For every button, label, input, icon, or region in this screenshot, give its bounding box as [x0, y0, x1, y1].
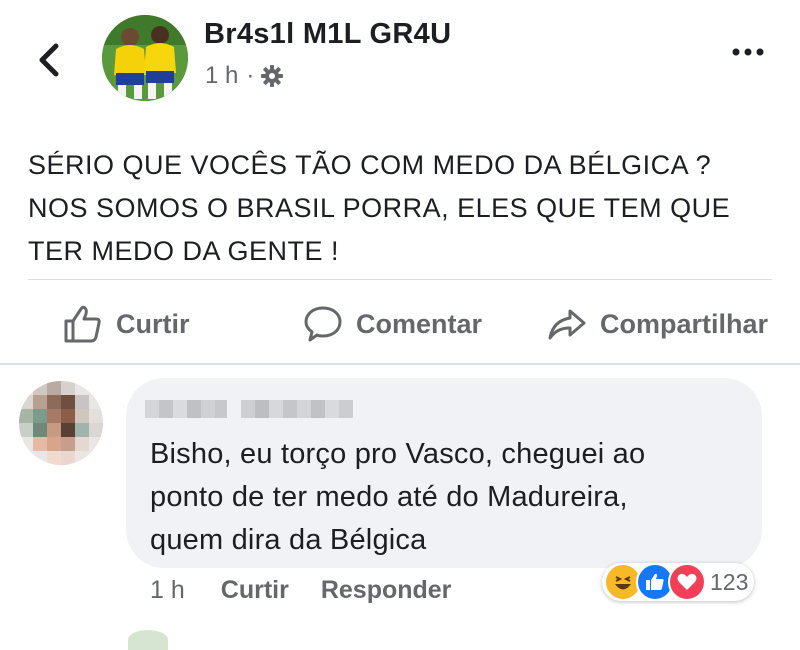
post-text-line: NOS SOMOS O BRASIL PORRA, ELES QUE TEM Q… [28, 193, 731, 223]
comment-text: Bisho, eu torço pro Vasco, cheguei ao po… [150, 433, 750, 562]
comment-label: Comentar [356, 308, 483, 339]
post-text-line: SÉRIO QUE VOCÊS TÃO COM MEDO DA BÉLGICA … [28, 150, 712, 180]
gear-icon [261, 65, 284, 87]
speech-bubble-icon [304, 306, 342, 342]
post-time[interactable]: 1 h [205, 62, 238, 90]
comment-text-line: quem dira da Bélgica [150, 524, 427, 556]
page-avatar[interactable] [102, 15, 188, 101]
thumbs-up-icon [64, 305, 101, 343]
more-options-button[interactable] [728, 42, 768, 62]
comment-reactions[interactable]: 123 [602, 563, 755, 601]
like-label: Curtir [116, 308, 190, 339]
comment-time[interactable]: 1 h [150, 576, 185, 605]
page-name[interactable]: Br4s1l M1L GR4U [204, 18, 451, 51]
post-action-bar: Curtir Comentar Compartilhar [0, 300, 800, 348]
love-reaction-icon [668, 563, 706, 601]
comment-like-button[interactable]: Curtir [221, 576, 289, 605]
share-button[interactable]: Compartilhar [546, 300, 768, 348]
post-meta: 1 h · [205, 62, 284, 90]
separator-dot: · [246, 62, 255, 89]
comment-button[interactable]: Comentar [302, 300, 482, 348]
share-arrow-icon [548, 309, 586, 340]
players-photo [102, 15, 188, 101]
more-dots-icon [732, 48, 764, 56]
chevron-left-icon [39, 43, 59, 77]
post-text-line: TER MEDO DA GENTE ! [28, 236, 340, 266]
comment-reply-button[interactable]: Responder [321, 576, 452, 605]
share-label: Compartilhar [600, 308, 769, 339]
comment-text-line: ponto de ter medo até do Madureira, [150, 481, 628, 513]
comment-actions: 1 h Curtir Responder [150, 576, 483, 605]
divider [0, 363, 800, 365]
next-comment-avatar[interactable] [128, 630, 168, 650]
pixelated-avatar [19, 381, 103, 465]
comment-text-line: Bisho, eu torço pro Vasco, cheguei ao [150, 438, 646, 470]
reaction-count: 123 [710, 568, 749, 595]
commenter-avatar[interactable] [19, 381, 103, 465]
back-button[interactable] [34, 40, 68, 80]
commenter-name-blurred[interactable] [145, 398, 355, 420]
like-button[interactable]: Curtir [62, 300, 190, 348]
post-text: SÉRIO QUE VOCÊS TÃO COM MEDO DA BÉLGICA … [28, 144, 788, 273]
blurred-name [145, 400, 353, 418]
divider [28, 279, 772, 280]
